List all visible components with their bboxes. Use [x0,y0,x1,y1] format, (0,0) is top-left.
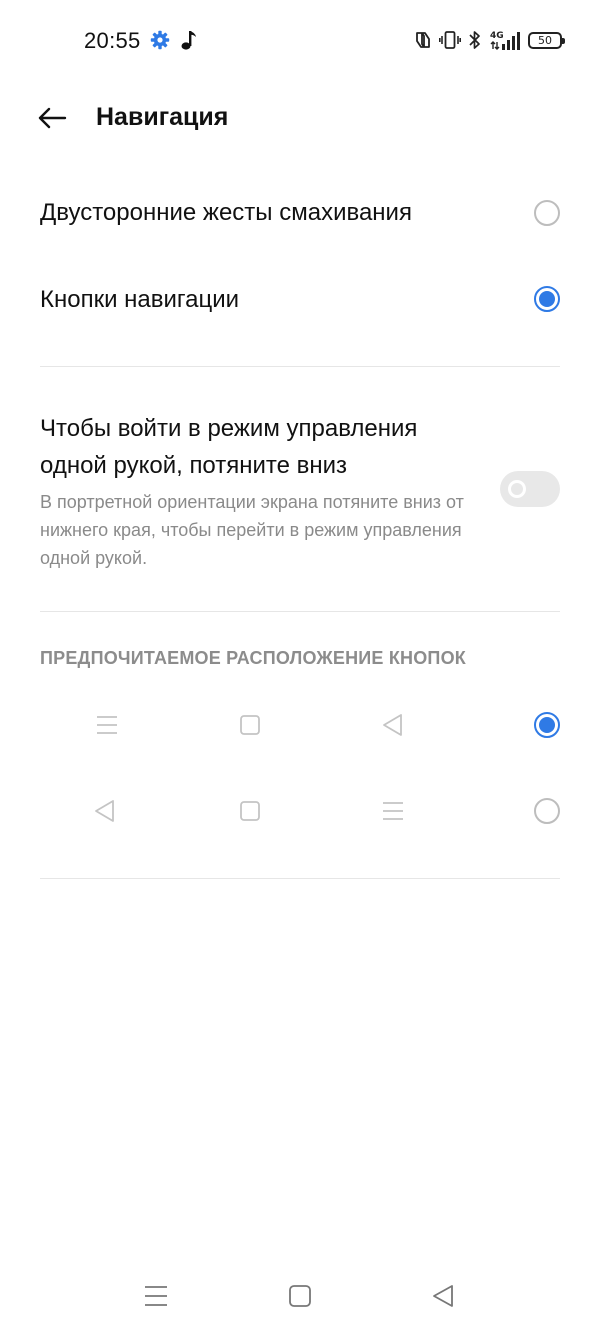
divider [40,366,560,367]
back-triangle-icon [95,800,114,822]
bluetooth-icon [469,31,480,49]
battery-indicator: 50 [528,31,565,49]
divider [40,611,560,612]
status-time: 20:55 [84,28,141,53]
one-hand-mode-toggle[interactable] [500,471,560,507]
option-swipe-gestures[interactable]: Двусторонние жесты смахивания [0,173,600,253]
radio-navigation-buttons[interactable] [534,286,560,312]
system-navigation-bar [0,1260,600,1333]
battery-level: 50 [538,33,552,47]
status-bar: 20:55 4G 50 [0,0,600,80]
layout-option-menu-home-back[interactable] [0,690,600,760]
page-title: Навигация [96,103,229,131]
option-label: Двусторонние жесты смахивания [40,199,412,226]
one-hand-mode-description: В портретной ориентации экрана потяните … [40,492,464,568]
back-triangle-icon [383,714,402,736]
option-navigation-buttons[interactable]: Кнопки навигации [0,260,600,340]
network-type-label: 4G [490,31,504,41]
menu-icon [97,716,117,734]
music-note-icon [181,31,196,50]
gear-icon [150,30,170,50]
menu-icon[interactable] [142,1282,170,1310]
signal-4g-icon: 4G [490,31,520,50]
layout-option-back-home-menu[interactable] [0,776,600,846]
radio-layout-menu-home-back[interactable] [534,712,560,738]
home-square-icon [240,715,260,735]
home-square-icon[interactable] [286,1282,314,1310]
section-header-button-layout: ПРЕДПОЧИТАЕМОЕ РАСПОЛОЖЕНИЕ КНОПОК [40,648,466,668]
radio-layout-back-home-menu[interactable] [534,798,560,824]
divider [40,878,560,879]
nfc-icon [416,32,430,48]
toggle-knob [508,480,526,498]
radio-swipe-gestures[interactable] [534,200,560,226]
one-hand-mode-title: Чтобы войти в режим управления одной рук… [40,415,418,479]
status-icons-right: 4G 50 [414,28,565,52]
option-label: Кнопки навигации [40,286,240,313]
arrow-left-icon [38,107,67,129]
navigation-settings-screen: 20:55 4G 50 Навигация Двусторонние жесты… [0,0,600,1333]
back-triangle-icon[interactable] [429,1282,457,1310]
back-button[interactable] [28,96,76,140]
vibrate-icon [439,31,461,49]
menu-icon [383,802,403,820]
home-square-icon [240,801,260,821]
